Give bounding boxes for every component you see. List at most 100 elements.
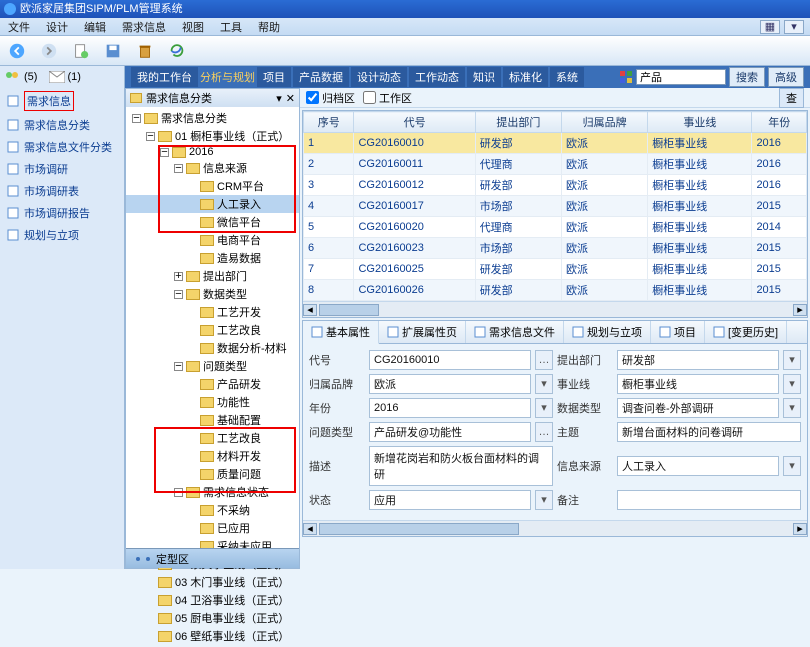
grid-header[interactable]: 归属品牌 bbox=[561, 112, 647, 133]
tab-product[interactable]: 产品数据 bbox=[293, 67, 349, 87]
tree-node[interactable]: 05 厨电事业线（正式） bbox=[126, 609, 299, 627]
table-row[interactable]: 7CG20160025研发部欧派橱柜事业线2015 bbox=[304, 259, 807, 280]
sidebar-item-4[interactable]: 市场调研表 bbox=[0, 180, 124, 202]
table-row[interactable]: 8CG20160026研发部欧派橱柜事业线2015 bbox=[304, 280, 807, 301]
tree-node[interactable]: −数据类型 bbox=[126, 285, 299, 303]
tree-node[interactable]: 已应用 bbox=[126, 519, 299, 537]
new-doc-button[interactable] bbox=[70, 40, 92, 62]
tree-node[interactable]: 材料开发 bbox=[126, 447, 299, 465]
tree-toggle-icon[interactable]: − bbox=[174, 488, 183, 497]
sidebar-item-0[interactable]: 需求信息 bbox=[0, 88, 124, 114]
tab-knowledge[interactable]: 知识 bbox=[467, 67, 501, 87]
tab-system[interactable]: 系统 bbox=[550, 67, 584, 87]
input-year[interactable]: 2016 bbox=[369, 398, 531, 418]
tab-workspace[interactable]: 我的工作台 bbox=[131, 67, 198, 87]
menu-view[interactable]: 视图 bbox=[174, 19, 212, 35]
work-checkbox[interactable]: 工作区 bbox=[363, 90, 412, 106]
sidebar-item-2[interactable]: 需求信息文件分类 bbox=[0, 136, 124, 158]
tree-node[interactable]: −信息来源 bbox=[126, 159, 299, 177]
table-row[interactable]: 4CG20160017市场部欧派橱柜事业线2015 bbox=[304, 196, 807, 217]
picker-qtype[interactable]: … bbox=[535, 422, 553, 442]
save-button[interactable] bbox=[102, 40, 124, 62]
tree-toggle-icon[interactable]: − bbox=[146, 132, 155, 141]
tree-toggle-icon[interactable]: − bbox=[160, 148, 169, 157]
table-row[interactable]: 3CG20160012研发部欧派橱柜事业线2016 bbox=[304, 175, 807, 196]
detail-tab-3[interactable]: 规划与立项 bbox=[564, 321, 651, 343]
grid-header[interactable]: 序号 bbox=[304, 112, 354, 133]
menu-req[interactable]: 需求信息 bbox=[114, 19, 174, 35]
tree-toggle-icon[interactable]: − bbox=[174, 362, 183, 371]
input-line[interactable]: 橱柜事业线 bbox=[617, 374, 779, 394]
tree-node[interactable]: 基础配置 bbox=[126, 411, 299, 429]
input-desc[interactable]: 新增花岗岩和防火板台面材料的调研 bbox=[369, 446, 553, 486]
input-note[interactable] bbox=[617, 490, 801, 510]
sidebar-item-3[interactable]: 市场调研 bbox=[0, 158, 124, 180]
menu-edit[interactable]: 编辑 bbox=[76, 19, 114, 35]
grid-header[interactable]: 事业线 bbox=[648, 112, 752, 133]
tree-node[interactable]: 质量问题 bbox=[126, 465, 299, 483]
tree-node[interactable]: 电商平台 bbox=[126, 231, 299, 249]
tree-node[interactable]: −2016 bbox=[126, 145, 299, 159]
tree-node[interactable]: 工艺改良 bbox=[126, 321, 299, 339]
table-row[interactable]: 2CG20160011代理商欧派橱柜事业线2016 bbox=[304, 154, 807, 175]
tree-node[interactable]: 不采纳 bbox=[126, 501, 299, 519]
detail-tab-0[interactable]: 基本属性 bbox=[303, 321, 379, 344]
search-category[interactable] bbox=[636, 69, 726, 85]
grid-header[interactable]: 年份 bbox=[752, 112, 807, 133]
picker-brand[interactable]: ▾ bbox=[535, 374, 553, 394]
picker-src[interactable]: ▾ bbox=[783, 456, 801, 476]
tab-analysis[interactable]: 分析与规划 bbox=[200, 69, 255, 85]
tree-node[interactable]: 功能性 bbox=[126, 393, 299, 411]
table-row[interactable]: 6CG20160023市场部欧派橱柜事业线2015 bbox=[304, 238, 807, 259]
tree-close-icon[interactable]: ✕ bbox=[286, 92, 295, 105]
menu-file[interactable]: 文件 bbox=[0, 19, 38, 35]
tree-toggle-icon[interactable]: − bbox=[174, 290, 183, 299]
menu-tools[interactable]: 工具 bbox=[212, 19, 250, 35]
back-button[interactable] bbox=[6, 40, 28, 62]
tab-design[interactable]: 设计动态 bbox=[351, 67, 407, 87]
search-button[interactable]: 搜索 bbox=[729, 67, 765, 87]
input-brand[interactable]: 欧派 bbox=[369, 374, 531, 394]
tree-toggle-icon[interactable]: + bbox=[174, 272, 183, 281]
window-grid-icon[interactable]: ▦ bbox=[760, 20, 780, 34]
tree-footer[interactable]: 定型区 bbox=[126, 548, 299, 568]
tree-node[interactable]: +提出部门 bbox=[126, 267, 299, 285]
tree-node[interactable]: 产品研发 bbox=[126, 375, 299, 393]
picker-status[interactable]: ▾ bbox=[535, 490, 553, 510]
menu-design[interactable]: 设计 bbox=[38, 19, 76, 35]
tab-work[interactable]: 工作动态 bbox=[409, 67, 465, 87]
input-subject[interactable]: 新增台面材料的问卷调研 bbox=[617, 422, 801, 442]
input-qtype[interactable]: 产品研发@功能性 bbox=[369, 422, 531, 442]
advanced-button[interactable]: 高级 bbox=[768, 67, 804, 87]
tree-node[interactable]: 工艺改良 bbox=[126, 429, 299, 447]
archive-checkbox[interactable]: 归档区 bbox=[306, 90, 355, 106]
tree-node[interactable]: −01 橱柜事业线（正式） bbox=[126, 127, 299, 145]
tree-node[interactable]: 03 木门事业线（正式） bbox=[126, 573, 299, 591]
detail-scrollbar[interactable]: ◂▸ bbox=[303, 520, 807, 536]
detail-tab-5[interactable]: [变更历史] bbox=[705, 321, 787, 343]
tree-node[interactable]: 人工录入 bbox=[126, 195, 299, 213]
grid-scrollbar[interactable]: ◂▸ bbox=[303, 301, 807, 317]
picker-line[interactable]: ▾ bbox=[783, 374, 801, 394]
delete-button[interactable] bbox=[134, 40, 156, 62]
tree-node[interactable]: −需求信息状态 bbox=[126, 483, 299, 501]
grid-header[interactable]: 代号 bbox=[354, 112, 475, 133]
sidebar-item-6[interactable]: 规划与立项 bbox=[0, 224, 124, 246]
tree-toggle-icon[interactable]: − bbox=[174, 164, 183, 173]
tree-node[interactable]: CRM平台 bbox=[126, 177, 299, 195]
forward-button[interactable] bbox=[38, 40, 60, 62]
tab-standard[interactable]: 标准化 bbox=[503, 67, 548, 87]
tree-node[interactable]: 微信平台 bbox=[126, 213, 299, 231]
sidebar-item-5[interactable]: 市场调研报告 bbox=[0, 202, 124, 224]
input-dtype[interactable]: 调查问卷-外部调研 bbox=[617, 398, 779, 418]
tree-node[interactable]: 04 卫浴事业线（正式） bbox=[126, 591, 299, 609]
table-row[interactable]: 5CG20160020代理商欧派橱柜事业线2014 bbox=[304, 217, 807, 238]
query-button[interactable]: 查 bbox=[779, 88, 804, 108]
picker-dtype[interactable]: ▾ bbox=[783, 398, 801, 418]
input-dept[interactable]: 研发部 bbox=[617, 350, 779, 370]
tree-node[interactable]: −问题类型 bbox=[126, 357, 299, 375]
picker-code[interactable]: … bbox=[535, 350, 553, 370]
picker-dept[interactable]: ▾ bbox=[783, 350, 801, 370]
sidebar-item-1[interactable]: 需求信息分类 bbox=[0, 114, 124, 136]
menu-help[interactable]: 帮助 bbox=[250, 19, 288, 35]
